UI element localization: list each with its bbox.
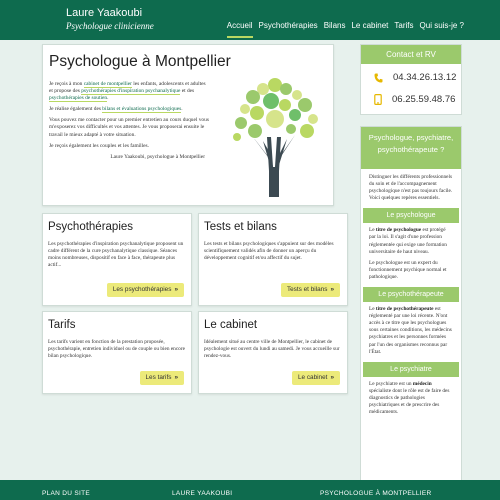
main-nav: Accueil Psychothérapies Bilans Le cabine… <box>226 21 464 38</box>
paragraph: Le titre de psychologue est protégé par … <box>369 227 453 255</box>
info-title: Psychologue, psychiatre, psychothérapeut… <box>361 127 461 169</box>
nav-item-accueil[interactable]: Accueil <box>226 21 253 38</box>
bold-text: titre de psychologue <box>375 227 422 234</box>
text: . <box>107 95 109 102</box>
button-label: Tests et bilans <box>286 286 328 293</box>
psychotherapies-button[interactable]: Les psychothérapies» <box>106 283 184 297</box>
button-label: Les tarifs <box>145 374 172 381</box>
section-psychotherapeute-text: Le titre de psychothérapeute est régleme… <box>361 302 461 356</box>
text: est réglementé par une loi récente. N'on… <box>369 306 452 355</box>
card-tarifs: Tarifs Les tarifs varient en fonction de… <box>42 311 192 394</box>
card-text: Les psychothérapies d'inspiration psycha… <box>48 241 184 269</box>
text: spécialiste dont le rôle est de faire de… <box>369 387 450 416</box>
tree-logo-icon <box>233 78 318 197</box>
card-text: Les tarifs varient en fonction de la pre… <box>48 339 185 360</box>
page-title: Psychologue à Montpellier <box>49 53 231 70</box>
card-title: Tests et bilans <box>204 221 277 233</box>
tarifs-button[interactable]: Les tarifs» <box>139 371 184 385</box>
nav-item-tarifs[interactable]: Tarifs <box>394 21 413 38</box>
contact-box: Contact et RV 04.34.26.13.12 06.25.59.48… <box>360 44 462 115</box>
card-title: Psychothérapies <box>48 221 134 233</box>
text: et des <box>180 88 195 95</box>
card-text: Les tests et bilans psychologiques s'app… <box>204 241 334 262</box>
site-subtitle: Psychologue clinicienne <box>66 21 154 31</box>
bilans-link[interactable]: bilans et évaluations psychologiques <box>102 106 182 114</box>
card-tests-bilans: Tests et bilans Les tests et bilans psyc… <box>198 213 348 306</box>
button-label: Le cabinet <box>297 374 328 381</box>
mobile-row[interactable]: 06.25.59.48.76 <box>374 94 455 105</box>
card-title: Le cabinet <box>204 319 258 331</box>
intro-paragraph: Vous pouvez me contacter pour un premier… <box>49 117 209 138</box>
soutien-link[interactable]: psychothérapies de soutien <box>49 95 108 103</box>
contact-title: Contact et RV <box>361 45 461 64</box>
nav-item-bilans[interactable]: Bilans <box>324 21 346 38</box>
card-title: Tarifs <box>48 319 76 331</box>
text: Je réalise également des <box>49 106 103 113</box>
mobile-phone-icon <box>374 94 382 105</box>
phone-icon <box>374 73 383 82</box>
chevron-right-icon: » <box>330 286 334 293</box>
chevron-right-icon: » <box>174 286 178 293</box>
intro-paragraph: Je réalise également des bilans et évalu… <box>49 106 209 114</box>
text: . <box>181 106 183 113</box>
chevron-right-icon: » <box>174 374 178 381</box>
intro-panel: Psychologue à Montpellier Je reçois à mo… <box>42 44 334 206</box>
paragraph: Le psychologue est un expert du fonction… <box>369 259 447 280</box>
text: Le psychiatre est un <box>369 380 413 387</box>
text: Le <box>369 306 376 313</box>
site-footer: PLAN DU SITE LAURE YAAKOUBI PSYCHOLOGUE … <box>0 480 500 500</box>
paragraph: Le psychiatre est un médecin spécialiste… <box>369 381 453 416</box>
paragraph: Le titre de psychothérapeute est régleme… <box>369 306 453 356</box>
nav-item-cabinet[interactable]: Le cabinet <box>351 21 388 38</box>
section-psychologue-title: Le psychologue <box>363 208 459 224</box>
footer-psychologue-montpellier: PSYCHOLOGUE À MONTPELLIER <box>320 490 432 497</box>
bold-text: titre de psychothérapeute <box>375 306 434 313</box>
signature: Laure Yaakoubi, psychologue à Montpellie… <box>110 153 205 160</box>
phone-number: 04.34.26.13.12 <box>393 72 457 83</box>
chevron-right-icon: » <box>330 374 334 381</box>
site-header: Laure Yaakoubi Psychologue clinicienne A… <box>0 0 500 40</box>
card-psychotherapies: Psychothérapies Les psychothérapies d'in… <box>42 213 192 306</box>
info-intro: Distinguer les différents professionnels… <box>369 174 453 202</box>
intro-paragraph: Je reçois également les couples et les f… <box>49 142 149 149</box>
section-psychotherapeute-title: Le psychothérapeute <box>363 287 459 303</box>
phone-row[interactable]: 04.34.26.13.12 <box>374 72 456 83</box>
card-text: Idéalement situé au centre ville de Mont… <box>204 339 340 360</box>
text: Le <box>369 227 376 234</box>
text: Je reçois à mon <box>49 81 84 87</box>
nav-item-psychotherapies[interactable]: Psychothérapies <box>259 21 318 38</box>
nav-item-qui-suis-je[interactable]: Qui suis-je ? <box>420 21 464 38</box>
footer-plan-du-site[interactable]: PLAN DU SITE <box>42 490 90 497</box>
section-psychologue-text: Le titre de psychologue est protégé par … <box>361 223 461 281</box>
intro-paragraph: Je reçois à mon cabinet de montpellier l… <box>49 81 209 103</box>
section-psychiatre-title: Le psychiatre <box>363 361 459 377</box>
site-name[interactable]: Laure Yaakoubi <box>66 7 142 19</box>
cabinet-button[interactable]: Le cabinet» <box>291 371 340 385</box>
section-psychiatre-text: Le psychiatre est un médecin spécialiste… <box>361 377 461 416</box>
tests-bilans-button[interactable]: Tests et bilans» <box>280 283 340 297</box>
info-box: Psychologue, psychiatre, psychothérapeut… <box>360 126 462 500</box>
footer-laure-yaakoubi: LAURE YAAKOUBI <box>172 490 233 497</box>
mobile-number: 06.25.59.48.76 <box>392 94 456 105</box>
bold-text: médecin <box>412 380 432 387</box>
button-label: Les psychothérapies <box>112 286 172 293</box>
card-cabinet: Le cabinet Idéalement situé au centre vi… <box>198 311 348 394</box>
intro-text: Je reçois à mon cabinet de montpellier l… <box>49 81 209 165</box>
cabinet-link[interactable]: cabinet de montpellier <box>83 81 132 88</box>
psychotherapies-link[interactable]: psychothérapies d'inspiration psychanaly… <box>81 88 181 96</box>
